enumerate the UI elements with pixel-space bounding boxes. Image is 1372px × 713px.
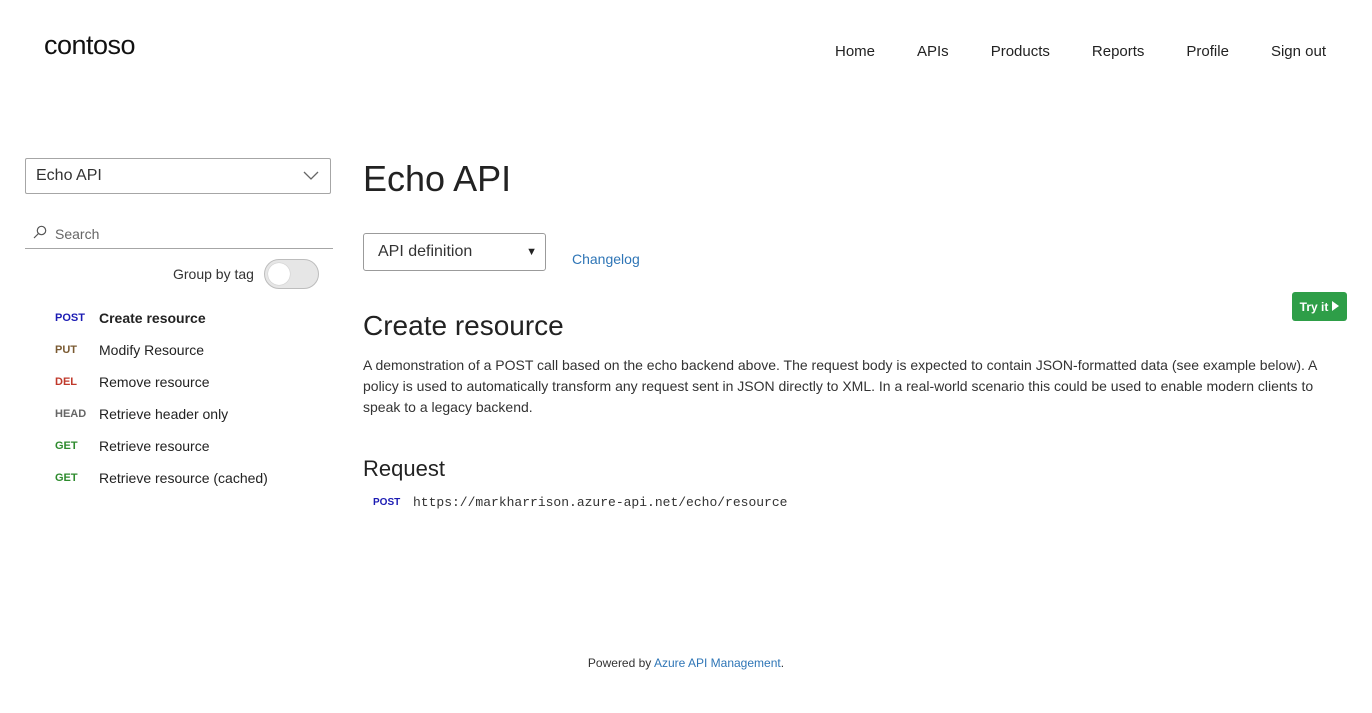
nav-profile[interactable]: Profile [1186,43,1229,60]
nav-reports[interactable]: Reports [1092,43,1145,60]
api-selector[interactable]: Echo API [25,158,331,194]
search-box [25,220,333,249]
api-definition-select-value: API definition [378,243,473,260]
operation-method: PUT [55,344,77,356]
operation-method: POST [55,312,85,324]
operation-item[interactable]: GET Retrieve resource (cached) [55,462,268,494]
search-icon [33,225,47,244]
operation-method: HEAD [55,408,87,420]
operation-name: Modify Resource [99,342,205,358]
footer-suffix: . [780,656,785,670]
operation-method: GET [55,440,78,452]
chevron-down-icon [302,167,320,185]
page-title: Echo API [363,158,512,199]
footer-prefix: Powered by [587,656,654,670]
operation-item[interactable]: PUT Modify Resource [55,334,268,366]
request-method: POST [373,497,401,508]
operation-title: Create resource [363,310,564,341]
nav-sign-out[interactable]: Sign out [1271,43,1326,60]
changelog-link[interactable]: Changelog [572,251,640,267]
request-line: POST https://markharrison.azure-api.net/… [373,495,787,510]
operation-list: POST Create resource PUT Modify Resource DEL… [55,302,268,494]
operation-name: Retrieve resource (cached) [99,470,268,486]
caret-down-icon: ▼ [526,246,537,258]
operation-item[interactable]: GET Retrieve resource [55,430,268,462]
operation-item[interactable]: HEAD Retrieve header only [55,398,268,430]
nav-home[interactable]: Home [835,43,875,60]
group-by-tag-toggle[interactable] [263,259,319,289]
operation-description: A demonstration of a POST call based on … [363,357,1317,415]
api-selector-value: Echo API [36,167,102,184]
group-by-tag-label: Group by tag [173,266,254,282]
search-input[interactable] [53,225,317,243]
operation-method: GET [55,472,78,484]
nav-apis[interactable]: APIs [917,43,949,60]
request-url: https://markharrison.azure-api.net/echo/… [413,495,788,510]
request-heading: Request [363,456,445,481]
footer: Powered by Azure API Management. [0,656,1372,670]
top-nav: Home APIs Products Reports Profile Sign … [835,43,1326,60]
operation-name: Remove resource [99,374,210,390]
operation-method: DEL [55,376,77,388]
try-it-label: Try it [1299,299,1329,314]
nav-products[interactable]: Products [991,43,1050,60]
operation-name: Retrieve resource [99,438,210,454]
operation-item[interactable]: POST Create resource [55,302,268,334]
operation-name: Create resource [99,310,206,326]
try-it-button[interactable]: Try it [1292,292,1347,321]
operation-item[interactable]: DEL Remove resource [55,366,268,398]
logo[interactable]: contoso [44,30,136,61]
footer-link[interactable]: Azure API Management [654,656,781,670]
operation-name: Retrieve header only [99,406,229,422]
group-by-tag: Group by tag [173,259,319,289]
play-icon [1332,300,1340,314]
api-definition-select[interactable]: API definition ▼ [363,233,546,271]
toggle-knob [267,263,290,285]
